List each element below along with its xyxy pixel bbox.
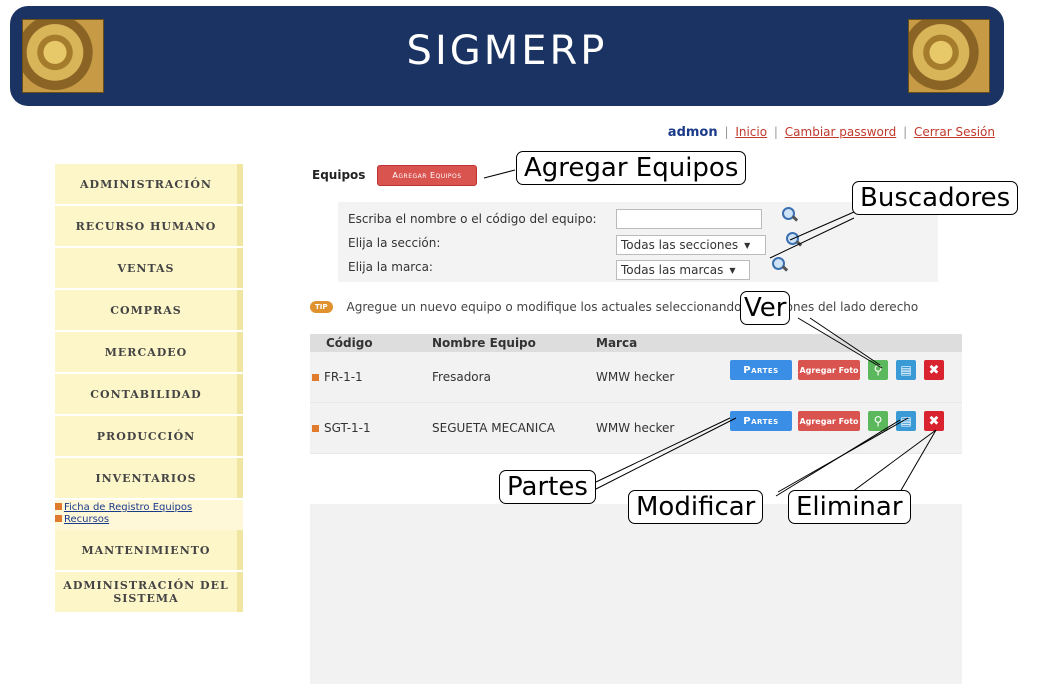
user-bar: admon | Inicio | Cambiar password | Cerr… <box>667 125 995 140</box>
section-select[interactable]: Todas las secciones ▼ <box>616 235 766 255</box>
table-row: FR-1-1 Fresadora WMW hecker Partes Agreg… <box>310 352 962 403</box>
sidebar: Administración Recurso Humano Ventas Com… <box>55 164 243 614</box>
menu-recurso-humano[interactable]: Recurso Humano <box>55 206 243 246</box>
view-icon[interactable]: ⚲ <box>868 360 888 380</box>
search-name-label: Escriba el nombre o el código del equipo… <box>348 212 597 226</box>
delete-icon[interactable]: ✖ <box>924 411 944 431</box>
page-title: Equipos <box>312 168 366 182</box>
header-banner: SIGMERP <box>10 6 1004 106</box>
logout-link[interactable]: Cerrar Sesión <box>914 125 995 139</box>
edit-icon[interactable]: ▤ <box>896 360 916 380</box>
row-brand: WMW hecker <box>596 370 675 384</box>
table-row: SGT-1-1 SEGUETA MECANICA WMW hecker Part… <box>310 403 962 454</box>
tip-badge: TIP <box>310 301 333 313</box>
menu-mercadeo[interactable]: Mercadeo <box>55 332 243 372</box>
parts-button[interactable]: Partes <box>730 411 792 431</box>
callout-partes: Partes <box>499 470 596 504</box>
tip-text: Agregue un nuevo equipo o modifique los … <box>346 300 919 314</box>
row-name: Fresadora <box>432 370 491 384</box>
search-brand-icon[interactable] <box>772 257 786 271</box>
search-name-icon[interactable] <box>782 207 796 221</box>
menu-administracion[interactable]: Administración <box>55 164 243 204</box>
callout-eliminar: Eliminar <box>788 490 911 524</box>
submenu-ficha-equipos[interactable]: Ficha de Registro Equipos <box>55 502 243 514</box>
brand-select[interactable]: Todas las marcas ▼ <box>616 260 750 280</box>
submenu-recursos[interactable]: Recursos <box>55 514 243 526</box>
menu-produccion[interactable]: Producción <box>55 416 243 456</box>
table-header: Código Nombre Equipo Marca <box>310 334 962 352</box>
chevron-down-icon: ▼ <box>744 240 751 250</box>
delete-icon[interactable]: ✖ <box>924 360 944 380</box>
username: admon <box>667 125 718 140</box>
add-photo-button[interactable]: Agregar Foto <box>798 411 860 431</box>
menu-administracion-sistema[interactable]: Administración Del Sistema <box>55 572 243 612</box>
app-title: SIGMERP <box>406 28 608 74</box>
menu-contabilidad[interactable]: Contabilidad <box>55 374 243 414</box>
home-link[interactable]: Inicio <box>735 125 767 139</box>
search-brand-label: Elija la marca: <box>348 260 433 274</box>
search-name-input[interactable] <box>616 209 762 229</box>
callout-buscadores: Buscadores <box>852 181 1019 215</box>
search-panel: Escriba el nombre o el código del equipo… <box>338 202 938 282</box>
callout-modificar: Modificar <box>628 490 764 524</box>
menu-mantenimiento[interactable]: Mantenimiento <box>55 530 243 570</box>
row-name: SEGUETA MECANICA <box>432 421 555 435</box>
bullet-icon <box>312 374 319 381</box>
bullet-icon <box>312 425 319 432</box>
gear-logo-right <box>908 19 990 93</box>
menu-compras[interactable]: Compras <box>55 290 243 330</box>
header-name: Nombre Equipo <box>432 336 536 350</box>
bullet-icon <box>55 503 62 510</box>
search-section-label: Elija la sección: <box>348 236 441 250</box>
add-equipment-button[interactable]: Agregar Equipos <box>377 164 477 186</box>
header-brand: Marca <box>596 336 638 350</box>
row-code: FR-1-1 <box>312 370 363 384</box>
bullet-icon <box>55 515 62 522</box>
tip-row: TIP Agregue un nuevo equipo o modifique … <box>310 300 918 314</box>
edit-icon[interactable]: ▤ <box>896 411 916 431</box>
change-password-link[interactable]: Cambiar password <box>785 125 896 139</box>
menu-inventarios[interactable]: Inventarios <box>55 458 243 498</box>
add-photo-button[interactable]: Agregar Foto <box>798 360 860 380</box>
submenu-inventarios: Ficha de Registro Equipos Recursos <box>55 500 243 530</box>
callout-agregar: Agregar Equipos <box>516 151 747 185</box>
parts-button[interactable]: Partes <box>730 360 792 380</box>
header-code: Código <box>326 336 373 350</box>
menu-ventas[interactable]: Ventas <box>55 248 243 288</box>
callout-ver: Ver <box>740 291 791 325</box>
row-code: SGT-1-1 <box>312 421 371 435</box>
view-icon[interactable]: ⚲ <box>868 411 888 431</box>
search-section-icon[interactable] <box>786 232 800 246</box>
row-brand: WMW hecker <box>596 421 675 435</box>
chevron-down-icon: ▼ <box>729 265 736 275</box>
